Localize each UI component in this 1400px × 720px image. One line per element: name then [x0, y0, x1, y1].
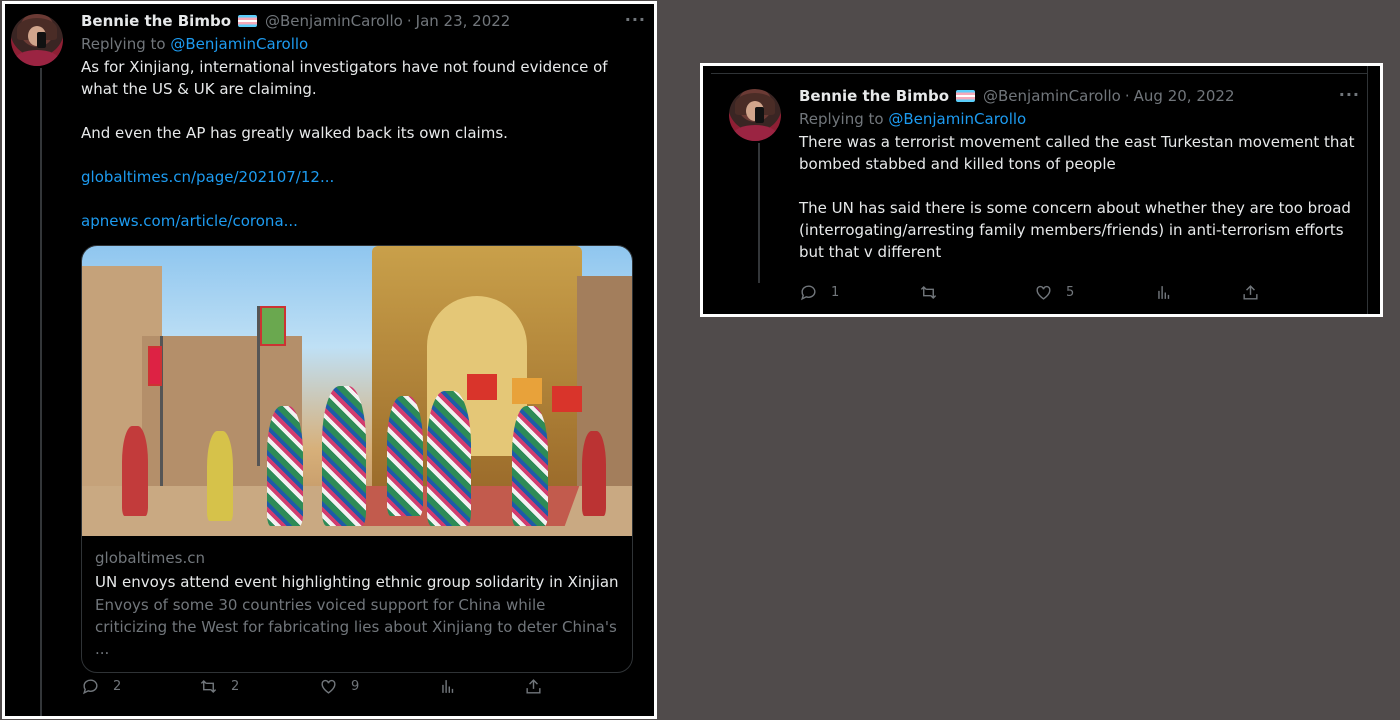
share-button[interactable]	[524, 677, 543, 696]
retweet-icon	[920, 285, 937, 300]
views-button[interactable]	[439, 677, 458, 696]
more-icon[interactable]: ···	[625, 10, 646, 29]
like-button[interactable]: 9	[319, 677, 359, 696]
separator-dot: ·	[406, 12, 412, 30]
like-count: 5	[1066, 285, 1075, 300]
tweet-date[interactable]: Aug 20, 2022	[1134, 87, 1235, 105]
trans-flag-icon	[238, 15, 257, 27]
card-title: UN envoys attend event highlighting ethn…	[95, 573, 619, 591]
views-icon	[1158, 286, 1170, 299]
thread-line	[40, 68, 42, 716]
replying-prefix: Replying to	[799, 110, 884, 128]
reply-count: 2	[113, 679, 122, 694]
share-icon	[526, 679, 541, 694]
divider	[711, 73, 1368, 74]
retweet-button[interactable]	[919, 283, 938, 302]
tweet-paragraph: The UN has said there is some concern ab…	[799, 199, 1351, 261]
mention-link[interactable]: @BenjaminCarollo	[170, 35, 308, 53]
reply-count: 1	[831, 285, 840, 300]
replying-prefix: Replying to	[81, 35, 166, 53]
retweet-button[interactable]: 2	[199, 677, 239, 696]
tweet-left[interactable]: Bennie the Bimbo @BenjaminCarollo · Jan …	[11, 10, 646, 716]
tweet-paragraph: And even the AP has greatly walked back …	[81, 124, 508, 142]
thread-line	[758, 143, 760, 283]
tweet-header: Bennie the Bimbo @BenjaminCarollo · Jan …	[81, 10, 646, 32]
like-button[interactable]: 5	[1034, 283, 1074, 302]
left-tweet-panel: Bennie the Bimbo @BenjaminCarollo · Jan …	[2, 1, 657, 719]
like-icon	[321, 679, 336, 694]
trans-flag-icon	[956, 90, 975, 102]
mention-link[interactable]: @BenjaminCarollo	[888, 110, 1026, 128]
more-icon[interactable]: ···	[1339, 85, 1360, 104]
like-icon	[1036, 285, 1051, 300]
retweet-count: 2	[231, 679, 240, 694]
author-handle[interactable]: @BenjaminCarollo	[265, 12, 403, 30]
tweet-paragraph: As for Xinjiang, international investiga…	[81, 58, 608, 98]
card-domain: globaltimes.cn	[95, 549, 205, 567]
url-link[interactable]: apnews.com/article/corona...	[81, 210, 646, 232]
author-name[interactable]: Bennie the Bimbo	[81, 12, 231, 30]
avatar[interactable]	[11, 14, 63, 66]
like-count: 9	[351, 679, 360, 694]
share-button[interactable]	[1241, 283, 1260, 302]
tweet-paragraph: There was a terrorist movement called th…	[799, 133, 1355, 173]
url-link[interactable]: globaltimes.cn/page/202107/12...	[81, 166, 646, 188]
reply-button[interactable]: 1	[799, 283, 839, 302]
avatar[interactable]	[729, 89, 781, 141]
tweet-header: Bennie the Bimbo @BenjaminCarollo · Aug …	[799, 85, 1366, 107]
replying-to: Replying to @BenjaminCarollo	[799, 107, 1366, 131]
separator-dot: ·	[1124, 87, 1130, 105]
share-icon	[1243, 285, 1258, 300]
replying-to: Replying to @BenjaminCarollo	[81, 32, 646, 56]
retweet-icon	[200, 679, 217, 694]
tweet-body: As for Xinjiang, international investiga…	[81, 56, 646, 232]
tweet-right[interactable]: Bennie the Bimbo @BenjaminCarollo · Aug …	[729, 85, 1366, 314]
divider	[1367, 66, 1368, 314]
card-image	[82, 246, 632, 536]
card-description: Envoys of some 30 countries voiced suppo…	[95, 596, 617, 658]
author-handle[interactable]: @BenjaminCarollo	[983, 87, 1121, 105]
reply-button[interactable]: 2	[81, 677, 121, 696]
reply-icon	[83, 679, 98, 695]
tweet-body: There was a terrorist movement called th…	[799, 131, 1359, 263]
reply-icon	[801, 285, 816, 301]
author-name[interactable]: Bennie the Bimbo	[799, 87, 949, 105]
views-icon	[442, 680, 454, 693]
link-card[interactable]: globaltimes.cn UN envoys attend event hi…	[81, 245, 633, 673]
right-tweet-panel: Bennie the Bimbo @BenjaminCarollo · Aug …	[700, 63, 1383, 317]
views-button[interactable]	[1155, 283, 1174, 302]
tweet-date[interactable]: Jan 23, 2022	[416, 12, 511, 30]
